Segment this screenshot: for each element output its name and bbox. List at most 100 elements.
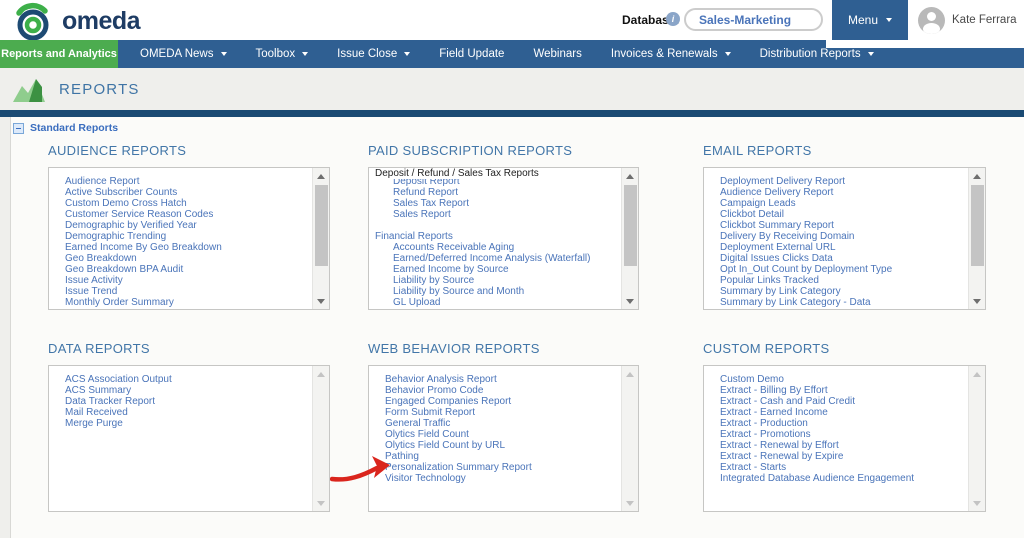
report-link-gl-upload[interactable]: GL Upload — [369, 297, 638, 308]
report-link-merge-purge[interactable]: Merge Purge — [49, 418, 329, 429]
database-input[interactable]: Sales-Marketing — [684, 8, 823, 31]
report-link-customer-service-reason-codes[interactable]: Customer Service Reason Codes — [49, 209, 329, 220]
report-link-digital-issues-clicks-data[interactable]: Digital Issues Clicks Data — [704, 253, 985, 264]
report-link-pathing[interactable]: Pathing — [369, 451, 638, 462]
omeda-logo[interactable]: omeda — [12, 0, 140, 42]
report-link-extract-renewal-by-effort[interactable]: Extract - Renewal by Effort — [704, 440, 985, 451]
scrollbar[interactable] — [621, 366, 638, 511]
scrollbar-track[interactable] — [969, 382, 985, 495]
report-link-custom-demo-cross-hatch[interactable]: Custom Demo Cross Hatch — [49, 198, 329, 209]
scrollbar-down-button[interactable] — [313, 495, 329, 511]
user-menu[interactable]: Kate Ferrara — [918, 6, 1024, 34]
scrollbar[interactable] — [968, 168, 985, 309]
scrollbar-track[interactable] — [622, 382, 638, 495]
report-link-extract-billing-by-effort[interactable]: Extract - Billing By Effort — [704, 385, 985, 396]
report-link-data-tracker-report[interactable]: Data Tracker Report — [49, 396, 329, 407]
scrollbar[interactable] — [312, 168, 329, 309]
scrollbar-up-button[interactable] — [622, 366, 638, 382]
scrollbar[interactable] — [312, 366, 329, 511]
report-link-popular-links-tracked[interactable]: Popular Links Tracked — [704, 275, 985, 286]
report-link-liability-by-source[interactable]: Liability by Source — [369, 275, 638, 286]
scrollbar-track[interactable] — [313, 184, 329, 293]
report-link-earned-deferred-income-analysis-waterfall[interactable]: Earned/Deferred Income Analysis (Waterfa… — [369, 253, 638, 264]
scrollbar-down-button[interactable] — [622, 293, 638, 309]
info-icon[interactable]: i — [666, 12, 680, 26]
report-listbox[interactable]: Deposit / Refund / Sales Tax ReportsDepo… — [368, 167, 639, 310]
nav-item-reports-and-analytics[interactable]: Reports and Analytics — [0, 40, 118, 68]
report-link-extract-earned-income[interactable]: Extract - Earned Income — [704, 407, 985, 418]
report-link-audience-report[interactable]: Audience Report — [49, 176, 329, 187]
report-link-active-subscriber-counts[interactable]: Active Subscriber Counts — [49, 187, 329, 198]
report-link-mail-received[interactable]: Mail Received — [49, 407, 329, 418]
scrollbar-up-button[interactable] — [969, 168, 985, 184]
report-link-opt-in-out-count-by-deployment-type[interactable]: Opt In_Out Count by Deployment Type — [704, 264, 985, 275]
menu-button[interactable]: Menu — [832, 0, 908, 40]
report-listbox[interactable]: ACS Association OutputACS SummaryData Tr… — [48, 365, 330, 512]
standard-reports-toggle[interactable]: Standard Reports — [13, 122, 118, 134]
scrollbar[interactable] — [621, 168, 638, 309]
nav-item-invoices-renewals[interactable]: Invoices & Renewals — [611, 40, 731, 68]
report-link-visitor-technology[interactable]: Visitor Technology — [369, 473, 638, 484]
report-link-liability-by-source-and-month[interactable]: Liability by Source and Month — [369, 286, 638, 297]
report-link-custom-demo[interactable]: Custom Demo — [704, 374, 985, 385]
collapse-icon[interactable] — [13, 123, 24, 134]
nav-item-webinars[interactable]: Webinars — [533, 40, 581, 68]
report-link-acs-summary[interactable]: ACS Summary — [49, 385, 329, 396]
report-link-accounts-receivable-aging[interactable]: Accounts Receivable Aging — [369, 242, 638, 253]
report-link-refund-report[interactable]: Refund Report — [369, 187, 638, 198]
report-link-summary-stats[interactable]: Summary Stats — [704, 308, 985, 310]
report-link-sales-tax-report[interactable]: Sales Tax Report — [369, 198, 638, 209]
report-link-personalization-summary-report[interactable]: Personalization Summary Report — [369, 462, 638, 473]
scrollbar-up-button[interactable] — [622, 168, 638, 184]
report-link-geo-breakdown-bpa-audit[interactable]: Geo Breakdown BPA Audit — [49, 264, 329, 275]
report-link-campaign-leads[interactable]: Campaign Leads — [704, 198, 985, 209]
nav-item-toolbox[interactable]: Toolbox — [256, 40, 309, 68]
report-link-earned-income-by-geo-breakdown[interactable]: Earned Income By Geo Breakdown — [49, 242, 329, 253]
report-link-olytics-field-count[interactable]: Olytics Field Count — [369, 429, 638, 440]
report-link-demographic-trending[interactable]: Demographic Trending — [49, 231, 329, 242]
scrollbar[interactable] — [968, 366, 985, 511]
report-link-extract-production[interactable]: Extract - Production — [704, 418, 985, 429]
report-link-geo-breakdown[interactable]: Geo Breakdown — [49, 253, 329, 264]
scrollbar-down-button[interactable] — [969, 495, 985, 511]
scrollbar-track[interactable] — [622, 184, 638, 293]
report-link-delivery-by-receiving-domain[interactable]: Delivery By Receiving Domain — [704, 231, 985, 242]
report-link-extract-cash-and-paid-credit[interactable]: Extract - Cash and Paid Credit — [704, 396, 985, 407]
nav-item-issue-close[interactable]: Issue Close — [337, 40, 410, 68]
scrollbar-up-button[interactable] — [313, 168, 329, 184]
report-link-deployment-delivery-report[interactable]: Deployment Delivery Report — [704, 176, 985, 187]
scrollbar-down-button[interactable] — [313, 293, 329, 309]
scrollbar-up-button[interactable] — [313, 366, 329, 382]
report-link-olytics-field-count-by-url[interactable]: Olytics Field Count by URL — [369, 440, 638, 451]
report-link-audience-delivery-report[interactable]: Audience Delivery Report — [704, 187, 985, 198]
report-listbox[interactable]: Behavior Analysis ReportBehavior Promo C… — [368, 365, 639, 512]
report-link-acs-association-output[interactable]: ACS Association Output — [49, 374, 329, 385]
scrollbar-down-button[interactable] — [622, 495, 638, 511]
report-link-clickbot-summary-report[interactable]: Clickbot Summary Report — [704, 220, 985, 231]
scrollbar-down-button[interactable] — [969, 293, 985, 309]
report-link-form-submit-report[interactable]: Form Submit Report — [369, 407, 638, 418]
report-link-extract-renewal-by-expire[interactable]: Extract - Renewal by Expire — [704, 451, 985, 462]
scrollbar-up-button[interactable] — [969, 366, 985, 382]
report-link-sales-report[interactable]: Sales Report — [369, 209, 638, 220]
scrollbar-thumb[interactable] — [315, 185, 328, 266]
nav-item-field-update[interactable]: Field Update — [439, 40, 504, 68]
scrollbar-track[interactable] — [313, 382, 329, 495]
report-listbox[interactable]: Deployment Delivery ReportAudience Deliv… — [703, 167, 986, 310]
report-link-behavior-analysis-report[interactable]: Behavior Analysis Report — [369, 374, 638, 385]
report-listbox[interactable]: Custom DemoExtract - Billing By EffortEx… — [703, 365, 986, 512]
report-link-new-names-source[interactable]: New Names Source — [49, 308, 329, 310]
report-link-issue-activity[interactable]: Issue Activity — [49, 275, 329, 286]
report-link-summary-by-link-category-data[interactable]: Summary by Link Category - Data — [704, 297, 985, 308]
scrollbar-thumb[interactable] — [971, 185, 984, 266]
report-link-engaged-companies-report[interactable]: Engaged Companies Report — [369, 396, 638, 407]
report-link-deployment-external-url[interactable]: Deployment External URL — [704, 242, 985, 253]
report-link-summary-by-link-category[interactable]: Summary by Link Category — [704, 286, 985, 297]
report-link-financial-reports[interactable]: Financial Reports — [369, 231, 638, 242]
report-link-earned-income-by-source[interactable]: Earned Income by Source — [369, 264, 638, 275]
scrollbar-thumb[interactable] — [624, 185, 637, 266]
report-link-clickbot-detail[interactable]: Clickbot Detail — [704, 209, 985, 220]
report-link-issue-trend[interactable]: Issue Trend — [49, 286, 329, 297]
report-link-integrated-database-audience-engagement[interactable]: Integrated Database Audience Engagement — [704, 473, 985, 484]
report-link-general-traffic[interactable]: General Traffic — [369, 418, 638, 429]
